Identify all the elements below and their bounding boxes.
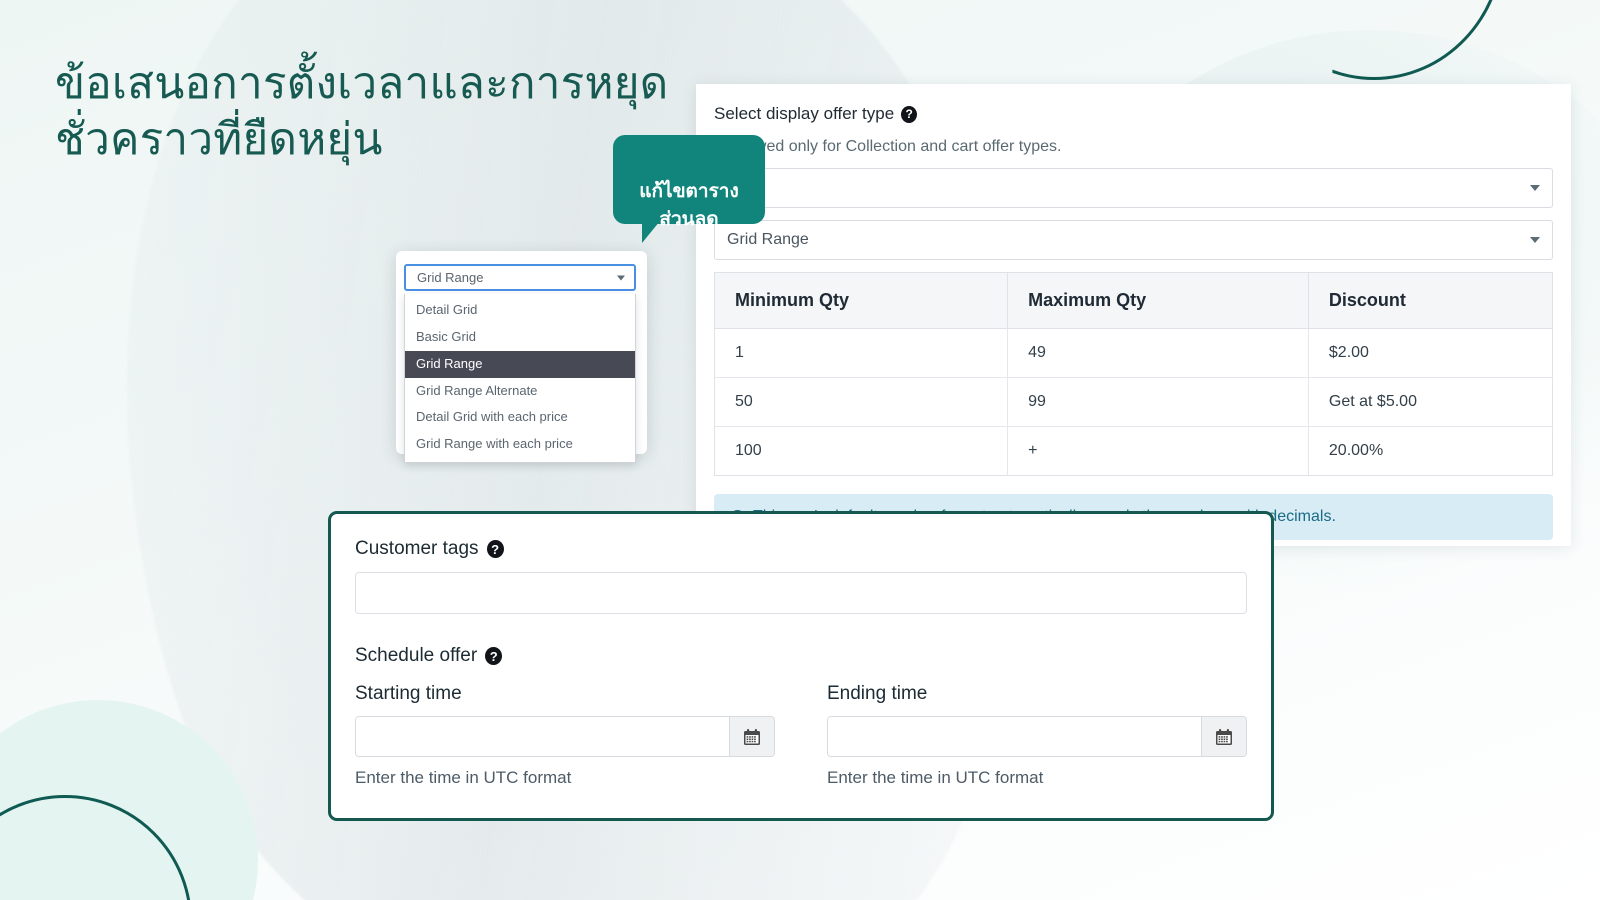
customer-tags-label-text: Customer tags xyxy=(355,538,479,560)
cell-discount: Get at $5.00 xyxy=(1308,378,1552,427)
tooltip-label: แก้ไขตารางส่วนลด xyxy=(613,178,765,233)
starting-time-label: Starting time xyxy=(355,683,775,705)
starting-time-field[interactable] xyxy=(355,716,775,757)
display-offer-type-label: Select display offer type ? xyxy=(714,104,1553,124)
column-header-discount: Discount xyxy=(1308,273,1552,329)
table-row: 50 99 Get at $5.00 xyxy=(715,378,1553,427)
ending-time-field[interactable] xyxy=(827,716,1247,757)
cell-minimum-qty: 100 xyxy=(715,427,1008,476)
dropdown-option-detail-grid-with-each-price[interactable]: Detail Grid with each price xyxy=(405,404,635,431)
display-type-select-value: Grid Range xyxy=(727,231,809,249)
table-row: 1 49 $2.00 xyxy=(715,329,1553,378)
customer-tags-input[interactable] xyxy=(355,572,1247,614)
dropdown-option-grid-range-alternate[interactable]: Grid Range Alternate xyxy=(405,378,635,405)
ending-time-label: Ending time xyxy=(827,683,1247,705)
chevron-down-icon xyxy=(1530,185,1540,191)
column-header-minimum-qty: Minimum Qty xyxy=(715,273,1008,329)
starting-time-input[interactable] xyxy=(356,717,729,756)
time-range-row: Starting time xyxy=(355,683,1247,788)
table-header-row: Minimum Qty Maximum Qty Discount xyxy=(715,273,1553,329)
discount-table: Minimum Qty Maximum Qty Discount 1 49 $2… xyxy=(714,272,1553,476)
cell-maximum-qty: 49 xyxy=(1008,329,1309,378)
cell-discount: 20.00% xyxy=(1308,427,1552,476)
chevron-down-icon xyxy=(617,275,625,280)
schedule-offer-panel: Customer tags ? Schedule offer ? Startin… xyxy=(328,511,1274,821)
cell-maximum-qty: + xyxy=(1008,427,1309,476)
starting-time-help-text: Enter the time in UTC format xyxy=(355,768,775,788)
cell-minimum-qty: 50 xyxy=(715,378,1008,427)
dropdown-option-grid-range-with-each-price[interactable]: Grid Range with each price xyxy=(405,431,635,458)
help-icon[interactable]: ? xyxy=(487,540,504,558)
dropdown-option-detail-grid[interactable]: Detail Grid xyxy=(405,297,635,324)
help-icon[interactable]: ? xyxy=(485,647,502,665)
offer-type-select[interactable] xyxy=(714,168,1553,208)
table-row: 100 + 20.00% xyxy=(715,427,1553,476)
dropdown-option-basic-grid[interactable]: Basic Grid xyxy=(405,324,635,351)
grid-type-dropdown-list[interactable]: Detail Grid Basic Grid Grid Range Grid R… xyxy=(404,294,636,463)
cell-maximum-qty: 99 xyxy=(1008,378,1309,427)
cell-discount: $2.00 xyxy=(1308,329,1552,378)
customer-tags-label: Customer tags ? xyxy=(355,538,1247,560)
help-icon[interactable]: ? xyxy=(901,106,917,123)
chevron-down-icon xyxy=(1530,237,1540,243)
dropdown-option-grid-range[interactable]: Grid Range xyxy=(405,351,635,378)
offer-type-hint: is allowed only for Collection and cart … xyxy=(714,138,1553,156)
starting-time-group: Starting time xyxy=(355,683,775,788)
schedule-offer-label: Schedule offer ? xyxy=(355,645,1247,667)
page-title: ข้อเสนอการตั้งเวลาและการหยุดชั่วคราวที่ย… xyxy=(55,56,675,168)
dropdown-trigger-value: Grid Range xyxy=(417,270,483,285)
cell-minimum-qty: 1 xyxy=(715,329,1008,378)
schedule-offer-label-text: Schedule offer xyxy=(355,645,477,667)
calendar-icon[interactable] xyxy=(729,717,774,756)
display-offer-type-label-text: Select display offer type xyxy=(714,104,894,124)
ending-time-group: Ending time xyxy=(827,683,1247,788)
column-header-maximum-qty: Maximum Qty xyxy=(1008,273,1309,329)
display-type-select[interactable]: Grid Range xyxy=(714,220,1553,260)
offer-type-panel: Select display offer type ? is allowed o… xyxy=(696,84,1571,546)
calendar-icon[interactable] xyxy=(1201,717,1246,756)
ending-time-input[interactable] xyxy=(828,717,1201,756)
grid-type-dropdown-trigger[interactable]: Grid Range xyxy=(404,264,636,291)
ending-time-help-text: Enter the time in UTC format xyxy=(827,768,1247,788)
